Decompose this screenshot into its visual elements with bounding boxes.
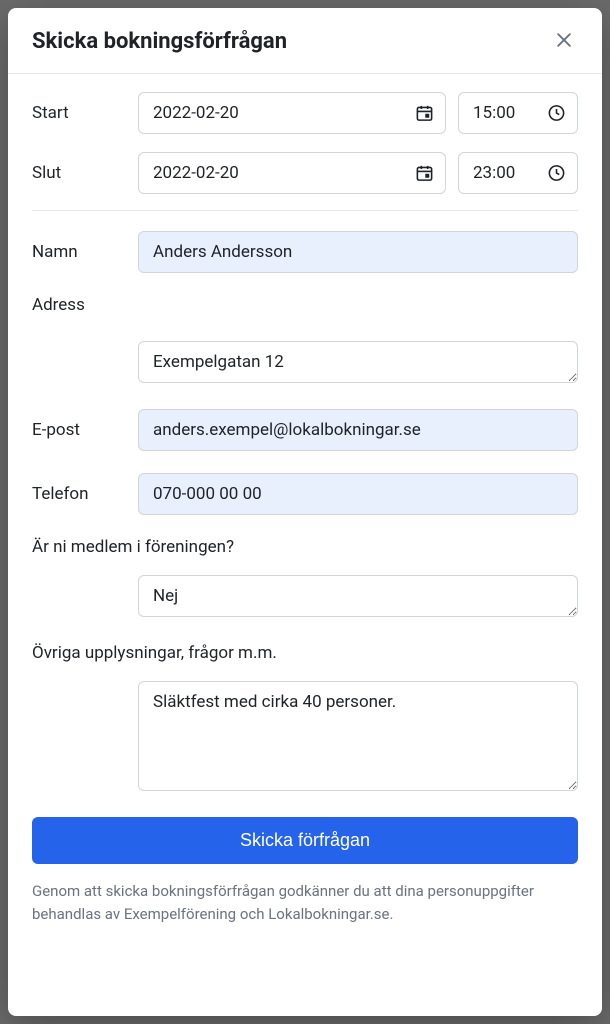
- address-input[interactable]: [138, 341, 578, 383]
- end-row: Slut: [32, 152, 578, 194]
- modal-title: Skicka bokningsförfrågan: [32, 29, 287, 54]
- name-input[interactable]: [138, 231, 578, 273]
- start-date-input[interactable]: [138, 92, 446, 134]
- member-label: Är ni medlem i föreningen?: [32, 537, 578, 557]
- email-input[interactable]: [138, 409, 578, 451]
- start-time-wrap: [458, 92, 578, 134]
- modal-body: Start: [8, 74, 602, 1016]
- close-button[interactable]: [550, 26, 578, 57]
- phone-field: Telefon: [32, 473, 578, 515]
- end-time-wrap: [458, 152, 578, 194]
- end-time-input[interactable]: [458, 152, 578, 194]
- booking-request-modal: Skicka bokningsförfrågan Start: [8, 8, 602, 1016]
- divider: [32, 210, 578, 211]
- disclaimer-text: Genom att skicka bokningsförfrågan godkä…: [32, 880, 578, 925]
- phone-input[interactable]: [138, 473, 578, 515]
- end-date-wrap: [138, 152, 446, 194]
- phone-label: Telefon: [32, 484, 126, 504]
- member-field: Är ni medlem i föreningen?: [32, 537, 578, 621]
- name-label: Namn: [32, 242, 126, 262]
- submit-button[interactable]: Skicka förfrågan: [32, 817, 578, 864]
- notes-input[interactable]: [138, 681, 578, 791]
- start-date-wrap: [138, 92, 446, 134]
- address-label: Adress: [32, 295, 578, 315]
- start-row: Start: [32, 92, 578, 134]
- start-label: Start: [32, 103, 126, 123]
- notes-label: Övriga upplysningar, frågor m.m.: [32, 643, 578, 663]
- close-icon: [554, 30, 574, 53]
- notes-field: Övriga upplysningar, frågor m.m.: [32, 643, 578, 795]
- end-date-input[interactable]: [138, 152, 446, 194]
- name-field: Namn: [32, 231, 578, 273]
- email-label: E-post: [32, 420, 126, 440]
- address-field: Adress: [32, 295, 578, 387]
- end-label: Slut: [32, 163, 126, 183]
- member-input[interactable]: [138, 575, 578, 617]
- email-field: E-post: [32, 409, 578, 451]
- modal-header: Skicka bokningsförfrågan: [8, 8, 602, 74]
- start-time-input[interactable]: [458, 92, 578, 134]
